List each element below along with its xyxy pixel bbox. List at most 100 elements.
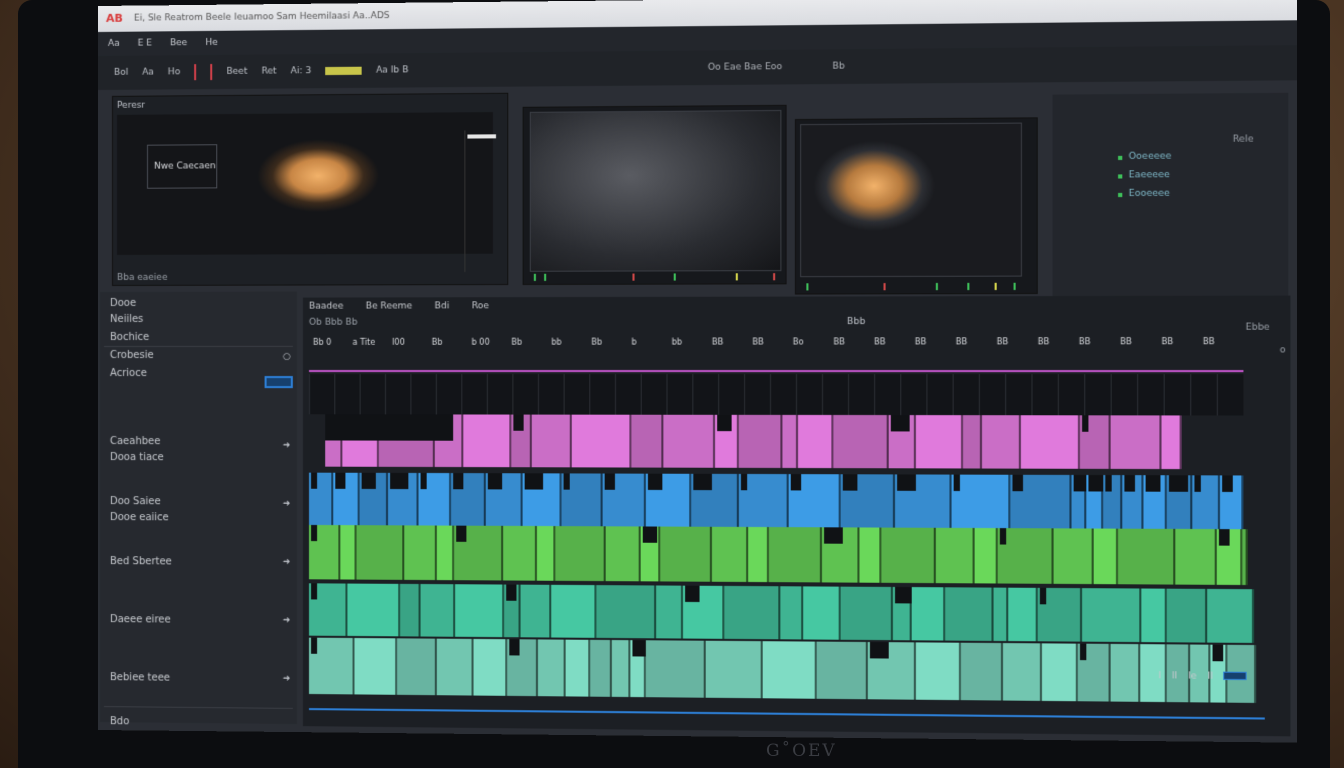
track-arrow-icon[interactable]: ➜ — [283, 499, 291, 509]
timeline-clip[interactable] — [960, 642, 1004, 701]
source-scrollbar[interactable] — [464, 130, 498, 272]
timeline-clip[interactable] — [1110, 415, 1162, 470]
timeline-clip[interactable] — [645, 640, 706, 698]
timeline-clip[interactable] — [768, 527, 822, 583]
timeline-tab[interactable]: Bdi — [435, 301, 450, 311]
timeline-clip[interactable] — [935, 527, 975, 584]
sidebar-item[interactable]: Dooe — [110, 298, 136, 309]
timeline-clip[interactable] — [1242, 529, 1248, 586]
timeline-clip[interactable] — [859, 527, 882, 583]
track-arrow-icon[interactable]: ➜ — [283, 440, 291, 450]
timeline-clip[interactable] — [347, 583, 401, 637]
timeline-clip[interactable] — [656, 585, 684, 639]
timeline-clip[interactable] — [762, 641, 817, 699]
timeline-clip[interactable] — [420, 584, 456, 637]
out-marker-icon[interactable] — [210, 63, 213, 81]
timeline-clip[interactable] — [840, 586, 893, 641]
timeline-clip[interactable] — [660, 526, 712, 582]
tool-icons[interactable]: Aa Ib B — [376, 65, 408, 75]
menu-item[interactable]: Aa — [108, 32, 120, 56]
timeline-clip[interactable] — [748, 526, 769, 583]
timeline-clip[interactable] — [738, 414, 783, 468]
timeline-clip[interactable] — [397, 638, 437, 696]
timeline-clip[interactable] — [1082, 588, 1142, 643]
transport-button[interactable]: II — [1172, 671, 1178, 681]
timeline-clip[interactable] — [780, 586, 804, 640]
timeline-clip[interactable] — [1053, 528, 1094, 585]
track-arrow-icon[interactable]: ➜ — [283, 674, 291, 684]
transport-button[interactable]: I — [1158, 671, 1161, 681]
timeline-clip[interactable] — [993, 587, 1009, 642]
timeline-clip[interactable] — [1008, 587, 1038, 642]
timeline-clip[interactable] — [945, 587, 994, 641]
timeline-clip[interactable] — [596, 585, 657, 639]
reference-preview[interactable] — [800, 122, 1022, 278]
timeline-clip[interactable] — [833, 414, 889, 469]
timeline-clip[interactable] — [951, 474, 1011, 529]
timeline-clip[interactable] — [1141, 588, 1167, 643]
timeline-clip[interactable] — [663, 414, 716, 468]
timeline-clip[interactable] — [536, 525, 556, 581]
timeline-clip[interactable] — [354, 638, 398, 695]
timeline-clip[interactable] — [1041, 643, 1078, 702]
reference-ruler[interactable] — [800, 282, 1022, 292]
timeline-clip[interactable] — [404, 525, 437, 581]
timeline-clip[interactable] — [803, 586, 841, 640]
track-v1[interactable] — [309, 414, 1256, 470]
timeline-tab[interactable]: Roe — [472, 301, 489, 311]
timeline-clip[interactable] — [1161, 415, 1182, 470]
timecode-ruler[interactable]: Bb 0a Tite I00 Bb b 00 Bb bb Bb b bb BB BB Bo BB BB BB… — [313, 337, 1248, 352]
track-v2[interactable] — [309, 472, 1256, 530]
track-v3[interactable] — [309, 524, 1256, 586]
playhead-range[interactable] — [309, 370, 1244, 373]
timeline-clip[interactable] — [551, 584, 597, 638]
toolbar-button[interactable]: Ai: 3 — [291, 66, 311, 76]
transport-button[interactable]: Ie — [1188, 671, 1197, 681]
program-preview[interactable] — [529, 109, 782, 272]
timeline-clip[interactable] — [571, 414, 632, 468]
timeline-clip[interactable] — [520, 584, 552, 638]
timeline-clip[interactable] — [1175, 528, 1217, 585]
track-arrow-icon[interactable]: ➜ — [283, 557, 291, 567]
track-v5[interactable] — [309, 637, 1257, 703]
timeline-clip[interactable] — [631, 414, 664, 468]
radio-icon[interactable]: ○ — [283, 352, 291, 362]
timeline-clip[interactable] — [605, 526, 641, 582]
timeline-clip[interactable] — [455, 584, 505, 638]
timeline-clip[interactable] — [473, 638, 508, 696]
timeline-clip[interactable] — [816, 641, 868, 700]
timeline-clip[interactable] — [963, 415, 982, 469]
timeline-clip[interactable] — [531, 414, 572, 468]
toolbar-button[interactable]: Ret — [261, 66, 276, 76]
inspector-item[interactable]: Eooeeee — [1129, 189, 1170, 200]
source-preview[interactable]: Nwe Caecaen — [116, 112, 498, 272]
timeline-clip[interactable] — [915, 415, 964, 469]
timeline-clip[interactable] — [611, 640, 631, 698]
timeline-clip[interactable] — [555, 526, 606, 582]
timeline-clip[interactable] — [782, 414, 799, 468]
timeline-clip[interactable] — [981, 415, 1021, 469]
toolbar-button[interactable]: Aa — [142, 68, 154, 78]
caption-overlay[interactable]: Nwe Caecaen — [147, 144, 218, 189]
menu-item[interactable]: E E — [138, 31, 152, 55]
menu-item[interactable]: Bee — [170, 31, 187, 55]
timeline-clip[interactable] — [1166, 588, 1208, 643]
timeline-clip[interactable] — [463, 414, 512, 468]
timeline-zoom-icon[interactable]: o — [1280, 345, 1286, 355]
video-thumbnail-strip[interactable] — [309, 374, 1244, 416]
sidebar-item[interactable]: Acrioce — [110, 368, 147, 379]
sidebar-item[interactable]: Neiiles — [110, 314, 143, 325]
sidebar-item[interactable]: Crobesie — [110, 350, 154, 361]
program-ruler[interactable] — [530, 273, 782, 282]
timeline-clip[interactable] — [705, 640, 763, 699]
timeline-clip[interactable] — [881, 527, 936, 584]
timeline-clip[interactable] — [911, 587, 946, 641]
timeline-clip[interactable] — [436, 638, 474, 696]
timeline-clip[interactable] — [340, 525, 357, 580]
timeline-clip[interactable] — [590, 639, 612, 697]
timeline-clip[interactable] — [915, 642, 961, 701]
timeline-clip[interactable] — [1020, 415, 1080, 469]
timeline-tab[interactable]: Be Reeme — [366, 301, 413, 311]
timeline-clip[interactable] — [1207, 588, 1255, 643]
timeline-clip[interactable] — [565, 639, 591, 697]
